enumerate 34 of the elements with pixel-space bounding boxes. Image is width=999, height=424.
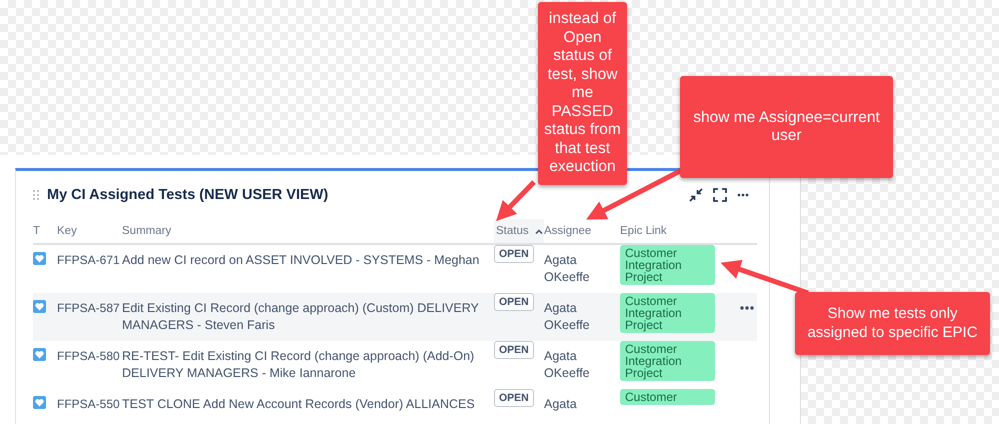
epic-link-tag[interactable]: Customer Integration Project	[620, 341, 715, 381]
issue-key[interactable]: FFPSA-580	[57, 341, 119, 372]
issue-key[interactable]: FFPSA-550	[57, 389, 119, 420]
assignee-name: Agata OKeeffe	[544, 252, 591, 286]
issue-summary[interactable]: TEST CLONE Add New Account Records (Vendor) ALLIANCES	[122, 389, 494, 420]
annotation-callout: show me Assignee=current user	[680, 76, 893, 178]
gadget-title: My CI Assigned Tests (NEW USER VIEW)	[47, 187, 330, 203]
issue-summary[interactable]: RE-TEST- Edit Existing CI Record (change approach) (Add-On) DELIVERY MANAGERS - Mike Iannarone	[122, 341, 494, 389]
annotation-callout: instead of Open status of test, show me PASSED status from that test exeuction	[538, 2, 627, 185]
more-icon[interactable]	[737, 193, 749, 197]
sort-caret-icon	[534, 228, 543, 234]
annotation-callout: Show me tests only assigned to specific EPIC	[795, 292, 990, 355]
status-badge: OPEN	[494, 245, 534, 263]
status-badge: OPEN	[494, 341, 534, 359]
column-header[interactable]: Summary	[122, 219, 494, 245]
epic-link-tag[interactable]: Customer Integration Project	[620, 245, 715, 285]
assignee-name: Agata OKeeffe	[544, 300, 591, 334]
column-header[interactable]: Key	[57, 219, 122, 245]
epic-link-tag[interactable]: Customer Integration Project	[620, 293, 715, 333]
assignee-name: Agata OKeeffe	[544, 348, 591, 382]
assignee-name: Agata	[544, 396, 578, 413]
status-badge: OPEN	[494, 293, 534, 311]
drag-handle-icon[interactable]	[33, 190, 39, 200]
arrow	[496, 180, 536, 222]
fullscreen-icon[interactable]	[713, 188, 727, 202]
status-badge: OPEN	[494, 389, 534, 407]
issue-summary[interactable]: Edit Existing CI Record (change approach) (Custom) DELIVERY MANAGERS - Steven Faris	[122, 293, 494, 341]
column-header[interactable]: Assignee	[544, 219, 620, 245]
issue-summary[interactable]: Add new CI record on ASSET INVOLVED - SYSTEMS - Meghan	[122, 245, 494, 276]
column-header[interactable]: T	[33, 219, 57, 245]
column-header[interactable]: Status	[494, 219, 544, 245]
epic-link-tag[interactable]: Customer	[620, 389, 715, 405]
collapse-icon[interactable]	[689, 188, 703, 202]
issue-key[interactable]: FFPSA-671	[57, 245, 119, 276]
